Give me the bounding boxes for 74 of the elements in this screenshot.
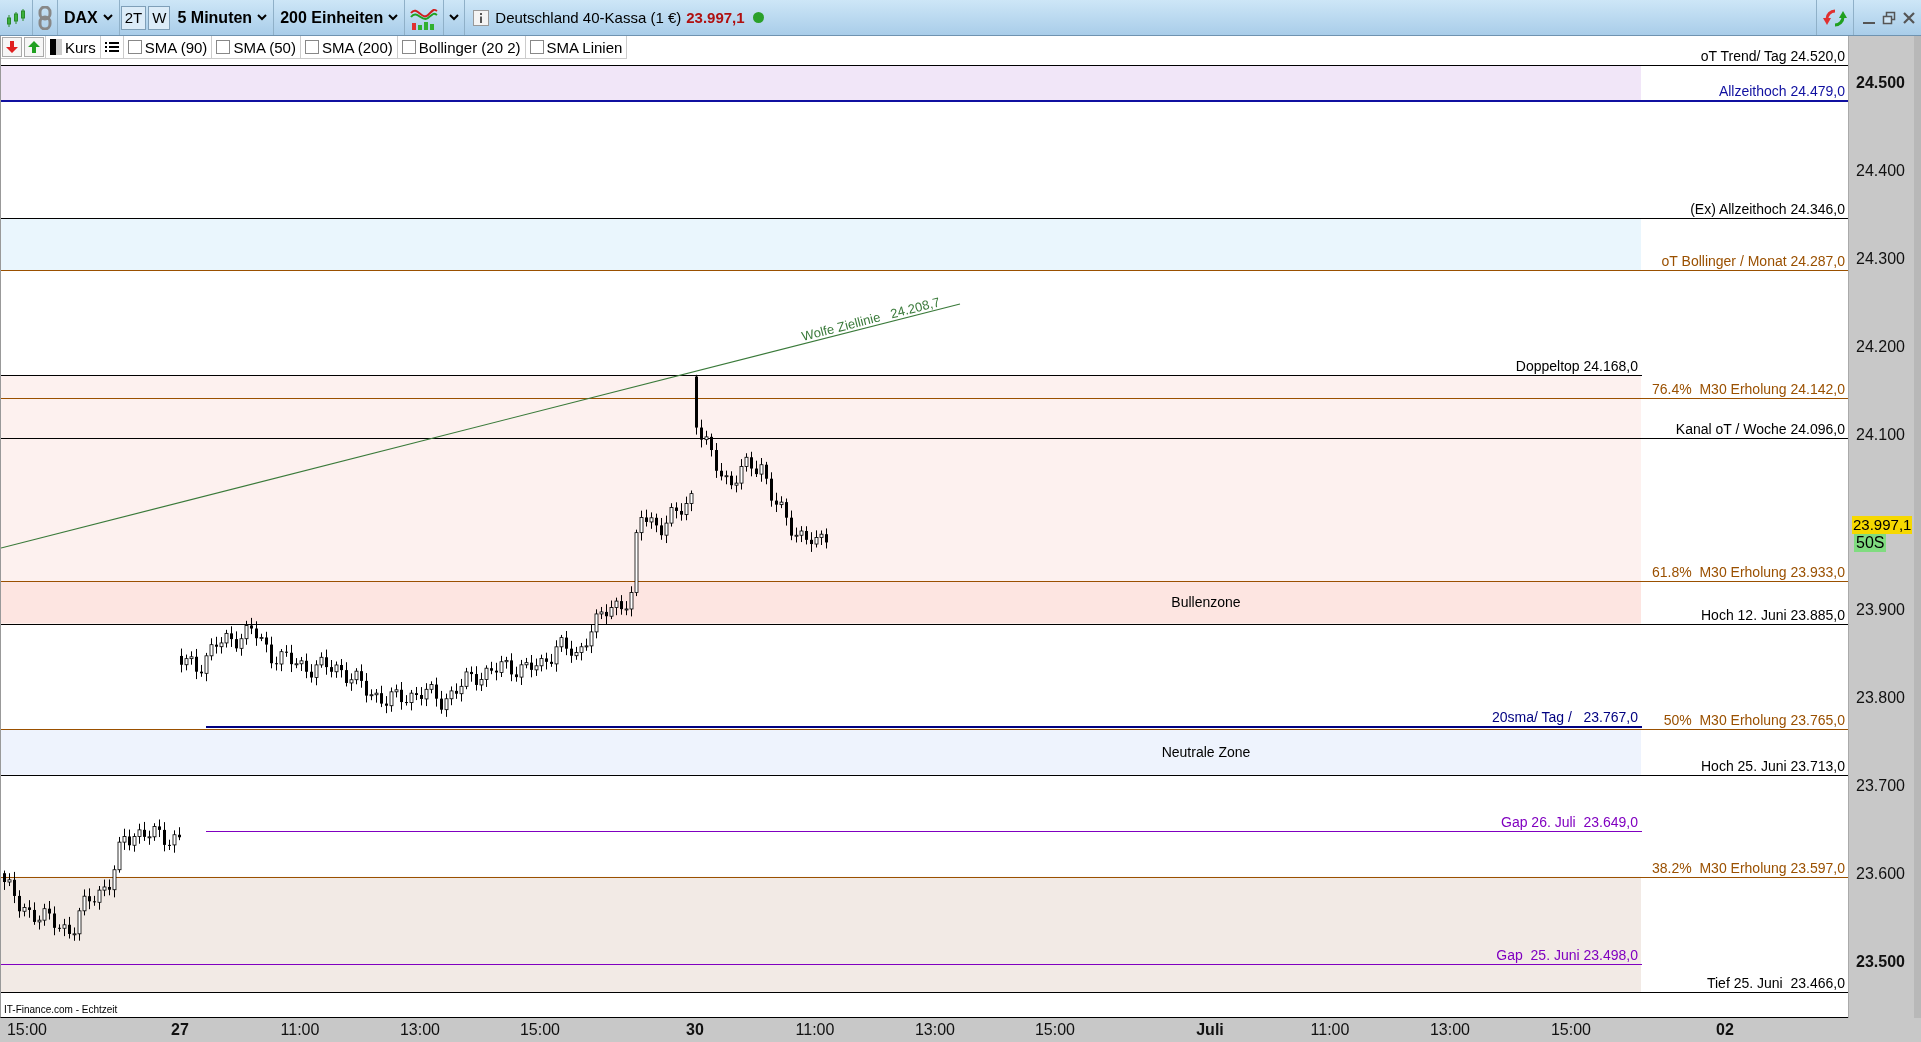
- level-label: Tief 25. Juni 23.466,0: [1706, 974, 1845, 992]
- level-label: Kanal oT / Woche 24.096,0: [1675, 420, 1845, 438]
- caret-icon: [102, 14, 113, 21]
- axis-label: 02: [1715, 1021, 1735, 1039]
- axis-label: 13:00: [913, 1021, 956, 1039]
- axis-label: 11:00: [1309, 1021, 1351, 1039]
- range-button[interactable]: W: [148, 5, 171, 30]
- axis-label: 23.700: [1856, 777, 1905, 796]
- indicator-label[interactable]: Bollinger (20 2): [418, 38, 521, 56]
- level-label: 20sma/ Tag / 23.767,0: [1491, 709, 1638, 726]
- axis-label: 23.800: [1856, 689, 1905, 708]
- axis-label: 13:00: [1428, 1021, 1471, 1039]
- level-label: 50% M30 Erholung 23.765,0: [1663, 711, 1845, 729]
- axis-label: 24.500: [1856, 74, 1905, 92]
- price-tag: 50S: [1854, 534, 1887, 553]
- zone-label: Bullenzone: [1171, 593, 1241, 612]
- symbol-dropdown[interactable]: DAX: [58, 0, 120, 35]
- color-swatch-icon[interactable]: [50, 39, 62, 55]
- refresh-icon[interactable]: [1816, 0, 1854, 35]
- instrument-name: Deutschland 40-Kassa (1 €): [495, 9, 682, 26]
- checkbox[interactable]: [529, 40, 544, 54]
- scrollbar[interactable]: [1914, 36, 1921, 1018]
- axis-label: 23.600: [1856, 865, 1905, 884]
- level-label: Doppeltop 24.168,0: [1515, 357, 1638, 375]
- indicator-label[interactable]: SMA (200): [321, 38, 393, 56]
- axis-label: 13:00: [398, 1021, 441, 1039]
- level-label: Gap 25. Juni 23.498,0: [1496, 946, 1638, 964]
- level-label: Hoch 12. Juni 23.885,0: [1701, 606, 1845, 624]
- level-label: (Ex) Allzeithoch 24.346,0: [1690, 200, 1845, 218]
- source-label: IT-Finance.com - Echtzeit: [4, 1004, 118, 1015]
- level-label: 76.4% M30 Erholung 24.142,0: [1651, 380, 1845, 398]
- axis-label: 24.400: [1856, 161, 1905, 180]
- axis-label: 11:00: [794, 1021, 836, 1039]
- level-label: oT Trend/ Tag 24.520,0: [1700, 47, 1845, 65]
- indicator-label[interactable]: SMA Linien: [546, 38, 623, 56]
- checkbox[interactable]: [304, 40, 319, 54]
- checkbox[interactable]: [216, 40, 231, 54]
- level-label: Hoch 25. Juni 23.713,0: [1701, 757, 1845, 775]
- level-label: Allzeithoch 24.479,0: [1718, 83, 1845, 100]
- checkbox[interactable]: [401, 40, 416, 54]
- list-icon[interactable]: [104, 40, 119, 54]
- axis-label: 15:00: [518, 1021, 561, 1039]
- axis-label: 23.900: [1856, 601, 1905, 620]
- zone-label: Neutrale Zone: [1161, 742, 1251, 761]
- last-price: 23.997,1: [686, 9, 745, 26]
- axis-label: 30: [685, 1021, 705, 1039]
- level-label: Gap 26. Juli 23.649,0: [1501, 813, 1638, 831]
- caret-icon: [388, 14, 399, 21]
- interval-dropdown[interactable]: 5 Minuten: [171, 0, 275, 35]
- axis-label: 15:00: [5, 1021, 48, 1039]
- axis-label: 23.500: [1856, 953, 1905, 971]
- axis-label: 24.100: [1856, 425, 1905, 444]
- close-icon[interactable]: [1902, 10, 1916, 25]
- trend-line-label: Wolfe Ziellinie 24.208,7: [800, 294, 942, 344]
- axis-label: 11:00: [279, 1021, 321, 1039]
- range-button[interactable]: 2T: [120, 5, 147, 30]
- level-label: 38.2% M30 Erholung 23.597,0: [1651, 859, 1845, 877]
- level-label: oT Bollinger / Monat 24.287,0: [1661, 252, 1845, 270]
- axis-label: 27: [170, 1021, 190, 1039]
- units-dropdown[interactable]: 200 Einheiten: [274, 0, 406, 35]
- restore-icon[interactable]: [1882, 10, 1896, 25]
- current-price-label: 23.997,1: [1852, 516, 1913, 535]
- checkbox[interactable]: [127, 40, 142, 54]
- axis-label: 24.300: [1856, 249, 1905, 268]
- indicator-label[interactable]: SMA (50): [233, 38, 296, 56]
- caret-icon: [257, 14, 268, 21]
- price-series-label[interactable]: Kurs: [65, 38, 96, 56]
- indicator-label[interactable]: SMA (90): [144, 38, 208, 56]
- axis-label: Juli: [1195, 1021, 1225, 1039]
- axis-label: 15:00: [1549, 1021, 1592, 1039]
- level-label: 61.8% M30 Erholung 23.933,0: [1651, 563, 1845, 581]
- axis-label: 15:00: [1033, 1021, 1076, 1039]
- axis-label: 24.200: [1856, 337, 1905, 356]
- info-icon[interactable]: [473, 9, 490, 26]
